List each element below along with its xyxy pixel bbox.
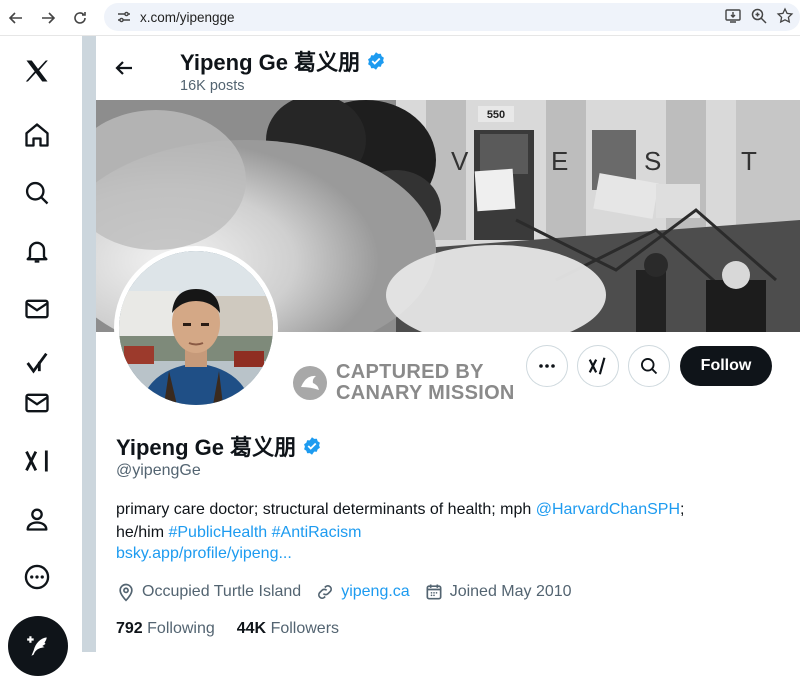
joined-item: Joined May 2010 (424, 582, 572, 602)
scroll-divider (82, 36, 96, 652)
address-bar[interactable]: x.com/yipengge (104, 3, 800, 31)
follow-button[interactable]: Follow (680, 346, 772, 386)
bio-mention-link[interactable]: @HarvardChanSPH (536, 501, 680, 518)
reload-icon[interactable] (64, 2, 96, 34)
messages-envelope-icon-2[interactable] (20, 386, 54, 420)
feather-plus-icon (27, 636, 47, 656)
building-number: 550 (487, 109, 505, 121)
location-text: Occupied Turtle Island (142, 583, 302, 600)
back-arrow-icon[interactable] (112, 56, 140, 84)
grok-button[interactable] (577, 345, 619, 387)
home-icon[interactable] (20, 118, 54, 152)
joined-text: Joined May 2010 (449, 583, 572, 600)
verified-badge-icon[interactable] (366, 51, 386, 71)
bio-text: ; (680, 501, 685, 518)
header-name-text: Yipeng Ge 葛义朋 (180, 50, 361, 75)
follow-counts: 792 Following 44K Followers (116, 620, 339, 638)
url-text[interactable]: x.com/yipengge (140, 10, 235, 25)
grok-icon (588, 357, 606, 375)
grok-icon[interactable] (20, 346, 54, 380)
back-arrow-icon[interactable] (0, 2, 32, 34)
following-count: 792 (116, 620, 143, 637)
followers-count: 44K (236, 620, 267, 637)
watermark-line-2: CANARY MISSION (336, 382, 515, 404)
profile-header-bar: Yipeng Ge 葛义朋 16K posts (96, 36, 800, 100)
profile-bio: primary care doctor; structural determin… (116, 498, 776, 544)
link-icon (318, 585, 333, 599)
more-actions-button[interactable] (526, 345, 568, 387)
profile-name: Yipeng Ge 葛义朋 (116, 430, 322, 462)
followers-label: Followers (270, 620, 340, 637)
graffiti-letter: S (644, 146, 661, 176)
profile-meta: Occupied Turtle Island yipeng.ca Joined … (116, 582, 586, 602)
website-link[interactable]: yipeng.ca (341, 583, 410, 601)
profile-avatar[interactable] (114, 246, 278, 410)
bio-text: he/him (116, 524, 169, 541)
x-logo-icon[interactable] (20, 54, 54, 88)
followers-link[interactable]: 44K Followers (237, 620, 339, 638)
hashtag-link[interactable]: #PublicHealth (168, 524, 267, 541)
graffiti-letter: E (551, 146, 568, 176)
search-profile-button[interactable] (628, 345, 670, 387)
header-title: Yipeng Ge 葛义朋 (180, 45, 386, 77)
post-count: 16K posts (180, 78, 245, 94)
following-link[interactable]: 792 Following (116, 620, 215, 638)
bookmark-star-icon[interactable] (776, 7, 794, 30)
verified-badge-icon[interactable] (302, 436, 322, 456)
forward-arrow-icon[interactable] (32, 2, 64, 34)
canary-mission-watermark: CAPTURED BY CANARY MISSION (292, 362, 515, 404)
messages-envelope-icon[interactable] (20, 292, 54, 326)
location-item: Occupied Turtle Island (116, 582, 301, 602)
more-options-icon[interactable] (20, 560, 54, 594)
ellipsis-icon (539, 364, 555, 368)
website-item[interactable]: yipeng.ca (315, 582, 410, 602)
site-settings-icon[interactable] (110, 9, 138, 25)
profile-icon[interactable] (20, 502, 54, 536)
following-label: Following (147, 620, 215, 637)
profile-name-text: Yipeng Ge 葛义朋 (116, 435, 297, 460)
location-pin-icon (119, 583, 133, 602)
bio-external-link[interactable]: bsky.app/profile/yipeng... (116, 545, 292, 563)
search-icon (641, 358, 658, 375)
side-navigation (0, 36, 82, 676)
avatar-photo (119, 251, 273, 405)
canary-logo-icon (293, 366, 327, 400)
browser-toolbar: x.com/yipengge (0, 0, 800, 36)
notifications-bell-icon[interactable] (20, 234, 54, 268)
compose-post-button[interactable] (8, 616, 68, 676)
hashtag-link[interactable]: #AntiRacism (272, 524, 362, 541)
xai-icon[interactable] (20, 444, 54, 478)
profile-main: Yipeng Ge 葛义朋 16K posts 550 V E S T CAPT… (96, 36, 800, 652)
calendar-icon (426, 584, 442, 600)
graffiti-letter: V (451, 146, 469, 176)
zoom-icon[interactable] (750, 7, 768, 30)
graffiti-letter: T (741, 146, 757, 176)
watermark-line-1: CAPTURED BY (336, 361, 484, 383)
bio-text: primary care doctor; structural determin… (116, 501, 536, 518)
profile-handle: @yipengGe (116, 462, 201, 479)
install-app-icon[interactable] (724, 7, 742, 30)
search-icon[interactable] (20, 176, 54, 210)
